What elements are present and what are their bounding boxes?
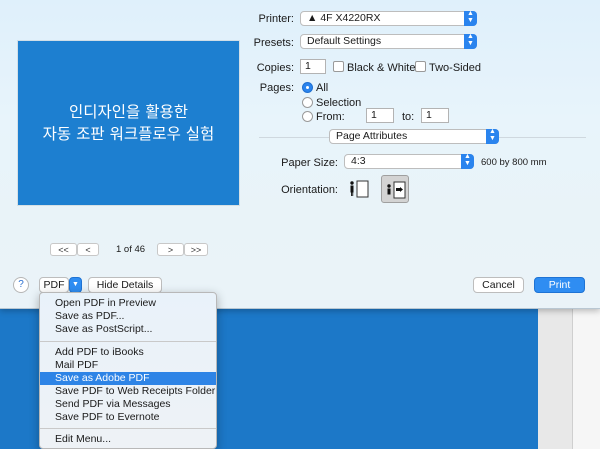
cancel-button[interactable]: Cancel: [473, 277, 524, 293]
first-page-button[interactable]: <<: [50, 243, 77, 256]
menu-item-save-to-evernote[interactable]: Save PDF to Evernote: [40, 411, 216, 424]
print-button[interactable]: Print: [534, 277, 585, 293]
popup-arrows-icon: ▲ ▼: [486, 128, 499, 144]
section-select[interactable]: Page Attributes ▲ ▼: [329, 128, 499, 144]
pdf-menu-arrow-icon[interactable]: ▼: [69, 277, 82, 293]
portrait-icon: [350, 180, 369, 198]
paper-dimensions: 600 by 800 mm: [481, 157, 547, 168]
next-page-button[interactable]: >: [157, 243, 184, 256]
popup-arrows-icon: ▲ ▼: [464, 33, 477, 49]
menu-item-save-as-pdf[interactable]: Save as PDF...: [40, 310, 216, 323]
menu-item-mail-pdf[interactable]: Mail PDF: [40, 359, 216, 372]
document-page-edge: [572, 308, 600, 449]
pages-all-radio[interactable]: [302, 82, 313, 93]
orientation-landscape-button[interactable]: [381, 175, 409, 203]
presets-label: Presets:: [253, 37, 294, 49]
menu-item-send-via-messages[interactable]: Send PDF via Messages: [40, 398, 216, 411]
menu-item-save-as-adobe-pdf[interactable]: Save as Adobe PDF: [40, 372, 216, 385]
menu-item-add-to-ibooks[interactable]: Add PDF to iBooks: [40, 346, 216, 359]
print-dialog: 인디자인을 활용한 자동 조판 워크플로우 실험 << < 1 of 46 > …: [0, 0, 600, 309]
pages-all-label: All: [316, 82, 329, 94]
black-white-label: Black & White: [347, 62, 416, 74]
presets-select[interactable]: Default Settings ▲ ▼: [300, 33, 477, 49]
popup-arrows-icon: ▲ ▼: [461, 153, 474, 169]
pages-from-field[interactable]: 1: [366, 108, 394, 123]
pages-label: Pages:: [259, 82, 294, 94]
pages-from-radio[interactable]: [302, 111, 313, 122]
hide-details-button[interactable]: Hide Details: [88, 277, 162, 293]
last-page-button[interactable]: >>: [184, 243, 208, 256]
page-preview: 인디자인을 활용한 자동 조판 워크플로우 실험: [18, 41, 239, 205]
paper-size-label: Paper Size:: [281, 157, 338, 169]
printer-label: Printer:: [258, 13, 294, 25]
pages-selection-radio[interactable]: [302, 97, 313, 108]
preview-title-line-1: 인디자인을 활용한: [68, 103, 188, 121]
preview-title-line-2: 자동 조판 워크플로우 실험: [42, 125, 215, 143]
section-value: Page Attributes: [336, 130, 408, 142]
copies-field[interactable]: 1: [300, 59, 326, 74]
pdf-menu: Open PDF in Preview Save as PDF... Save …: [39, 292, 217, 449]
two-sided-label: Two-Sided: [429, 62, 481, 74]
landscape-icon: [387, 181, 406, 199]
copies-label: Copies:: [256, 62, 294, 74]
pages-from-label: From:: [316, 111, 345, 123]
page-counter: 1 of 46: [116, 244, 146, 255]
orientation-portrait-button[interactable]: [345, 175, 373, 203]
pdf-button[interactable]: PDF: [39, 277, 69, 293]
document-margin: [538, 308, 600, 449]
printer-value: 4F X4220RX: [320, 12, 381, 24]
printer-select[interactable]: ▲ 4F X4220RX ▲ ▼: [300, 10, 477, 26]
paper-size-select[interactable]: 4:3 ▲ ▼: [344, 153, 474, 169]
two-sided-checkbox[interactable]: [415, 61, 426, 72]
menu-separator: [40, 428, 216, 429]
menu-item-open-in-preview[interactable]: Open PDF in Preview: [40, 297, 216, 310]
paper-size-value: 4:3: [351, 155, 366, 167]
menu-item-edit-menu[interactable]: Edit Menu...: [40, 433, 216, 446]
popup-arrows-icon: ▲ ▼: [464, 10, 477, 26]
menu-separator: [40, 341, 216, 342]
help-button[interactable]: ?: [13, 277, 29, 293]
previous-page-button[interactable]: <: [77, 243, 99, 256]
pages-to-label: to:: [402, 111, 415, 123]
printer-warning-icon: ▲: [307, 12, 318, 24]
pages-selection-label: Selection: [316, 97, 362, 109]
pages-to-field[interactable]: 1: [421, 108, 449, 123]
black-white-checkbox[interactable]: [333, 61, 344, 72]
orientation-label: Orientation:: [281, 184, 338, 196]
presets-value: Default Settings: [307, 35, 382, 47]
menu-item-web-receipts[interactable]: Save PDF to Web Receipts Folder: [40, 385, 216, 398]
menu-item-save-as-postscript[interactable]: Save as PostScript...: [40, 323, 216, 336]
